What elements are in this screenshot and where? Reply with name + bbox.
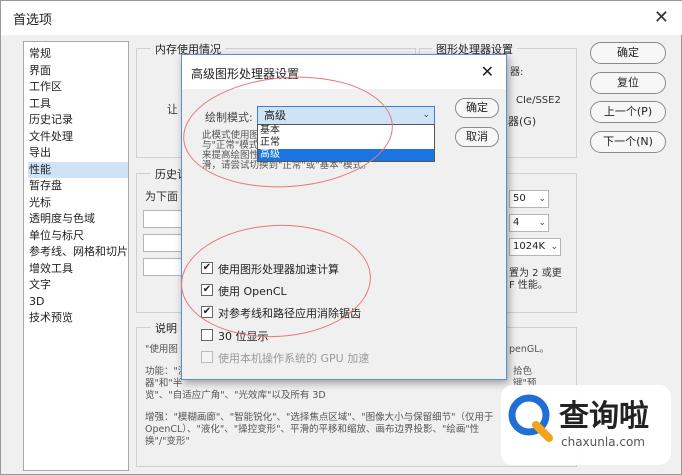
- gpu-text-2: CIe/SSE2: [516, 95, 561, 106]
- watermark-logo: 查询啦 chaxunla.com: [501, 385, 671, 465]
- desc-line-1: "使用图: [145, 344, 178, 355]
- checkmark-icon: ✔: [202, 262, 212, 273]
- dialog-titlebar: 高级图形处理器设置 ✕: [182, 55, 506, 89]
- drawing-mode-value: 高级: [264, 109, 286, 122]
- desc-line-3: 器"和"半: [145, 378, 183, 389]
- category-item[interactable]: 暂存盘: [28, 178, 128, 194]
- dropdown-arrow-icon: ⌄: [550, 242, 558, 252]
- drawing-mode-desc-line: 滑，请尝试切换到"正常"或"基本"模式。: [202, 160, 372, 171]
- category-item[interactable]: 历史记录: [28, 112, 128, 128]
- drawing-mode-dropdown: 基本 正常 高级: [257, 124, 435, 162]
- drawing-mode-select[interactable]: 高级 ⌄: [257, 106, 435, 125]
- checkbox[interactable]: ✔: [201, 262, 213, 274]
- history-field-1[interactable]: [143, 210, 183, 228]
- checkbox-label: 使用图形处理器加速计算: [218, 263, 339, 276]
- close-icon[interactable]: ✕: [481, 62, 494, 81]
- memory-let-text: 让: [167, 103, 178, 116]
- cache-levels-select[interactable]: 4 ⌄: [509, 214, 549, 232]
- category-item[interactable]: 工具: [28, 96, 128, 112]
- desc-line-1b: penGL。: [509, 344, 550, 355]
- reset-button[interactable]: 复位: [590, 72, 666, 94]
- checkbox[interactable]: [201, 329, 213, 341]
- checkbox[interactable]: ✔: [201, 306, 213, 318]
- category-list: 常规 界面 工作区 工具 历史记录 文件处理 导出 性能 暂存盘 光标 透明度与色域 单位与标尺 参考线…: [23, 41, 129, 471]
- drawing-mode-option[interactable]: 正常: [258, 137, 434, 149]
- cache-tile-select[interactable]: 1024K ⌄: [509, 238, 561, 256]
- search-logo-icon: [508, 394, 553, 442]
- checkmark-icon: ✔: [202, 306, 212, 317]
- advanced-gpu-dialog: 高级图形处理器设置 ✕ 绘制模式: 高级 ⌄ 基本 正常 高级 此模式使用图 与"正常…: [181, 54, 507, 380]
- drawing-mode-option[interactable]: 高级: [258, 149, 434, 161]
- window-titlebar: 首选项 ✕: [1, 1, 682, 35]
- category-item[interactable]: 工作区: [28, 79, 128, 95]
- gpu-settings-link[interactable]: 器(G): [508, 113, 536, 129]
- checkbox[interactable]: ✔: [201, 284, 213, 296]
- checkbox-label: 使用 OpenCL: [218, 285, 287, 298]
- dropdown-arrow-icon: ⌄: [538, 194, 546, 204]
- preferences-window: 首选项 ✕ 常规 界面 工作区 工具 历史记录 文件处理 导出 性能 暂存盘 光标 透明度与色域 单位…: [0, 0, 682, 475]
- category-item[interactable]: 常规: [28, 46, 128, 62]
- next-button[interactable]: 下一个(N): [590, 131, 666, 153]
- history-subtitle: 为下面: [145, 190, 178, 203]
- drawing-mode-option[interactable]: 基本: [258, 125, 434, 137]
- checkbox-label: 使用本机操作系统的 GPU 加速: [218, 352, 370, 365]
- desc-line-4: 览"、"自适应广角"、"光效库"以及所有 3D: [145, 390, 326, 401]
- cache-tile-value: 1024K: [513, 241, 546, 252]
- checkbox-label: 对参考线和路径应用消除锯齿: [218, 307, 361, 320]
- history-field-3[interactable]: [143, 258, 183, 276]
- close-icon[interactable]: ✕: [654, 7, 669, 28]
- gpu-text-1: 器:: [510, 67, 524, 78]
- category-item[interactable]: 光标: [28, 195, 128, 211]
- category-item[interactable]: 参考线、网格和切片: [28, 244, 128, 260]
- category-item[interactable]: 技术预览: [28, 310, 128, 326]
- category-item[interactable]: 导出: [28, 145, 128, 161]
- desc-line-6: OpenCL）、"液化"、"操控变形"、平滑的平移和缩放、画布边界投影、"绘画"…: [145, 424, 480, 435]
- watermark-url: chaxunla.com: [561, 435, 645, 449]
- category-item[interactable]: 文字: [28, 277, 128, 293]
- dialog-cancel-button[interactable]: 取消: [455, 127, 499, 147]
- history-field-2[interactable]: [143, 234, 183, 252]
- dialog-ok-button[interactable]: 确定: [455, 98, 499, 118]
- category-item[interactable]: 性能: [28, 161, 128, 178]
- description-group-title: 说明: [151, 320, 181, 336]
- category-item[interactable]: 界面: [28, 63, 128, 79]
- desc-line-2b: 拾色: [513, 366, 533, 377]
- ok-button[interactable]: 确定: [590, 42, 666, 64]
- cache-levels-value: 4: [513, 217, 520, 228]
- window-title: 首选项: [13, 13, 53, 28]
- category-item[interactable]: 单位与标尺: [28, 228, 128, 244]
- history-note-2: F 性能。: [509, 280, 548, 291]
- watermark-text: 查询啦: [559, 399, 649, 434]
- dropdown-arrow-icon: ⌄: [538, 218, 546, 228]
- prev-button[interactable]: 上一个(P): [590, 101, 666, 123]
- drawing-mode-label: 绘制模式:: [205, 111, 253, 124]
- history-levels-select[interactable]: 50 ⌄: [509, 190, 549, 208]
- dropdown-arrow-icon: ⌄: [422, 110, 430, 120]
- checkbox: [201, 351, 213, 363]
- category-item[interactable]: 增效工具: [28, 261, 128, 277]
- category-item[interactable]: 文件处理: [28, 129, 128, 145]
- dialog-title: 高级图形处理器设置: [191, 67, 300, 81]
- desc-line-5: 增强："模糊画廊"、"智能锐化"、"选择焦点区域"、"图像大小与保留细节"（仅用…: [145, 412, 494, 423]
- checkmark-icon: ✔: [202, 284, 212, 295]
- category-item[interactable]: 透明度与色域: [28, 211, 128, 227]
- category-item[interactable]: 3D: [28, 294, 128, 310]
- desc-line-7: 换"/"变形": [145, 436, 190, 447]
- history-levels-value: 50: [513, 193, 526, 204]
- checkbox-label: 30 位显示: [218, 330, 269, 343]
